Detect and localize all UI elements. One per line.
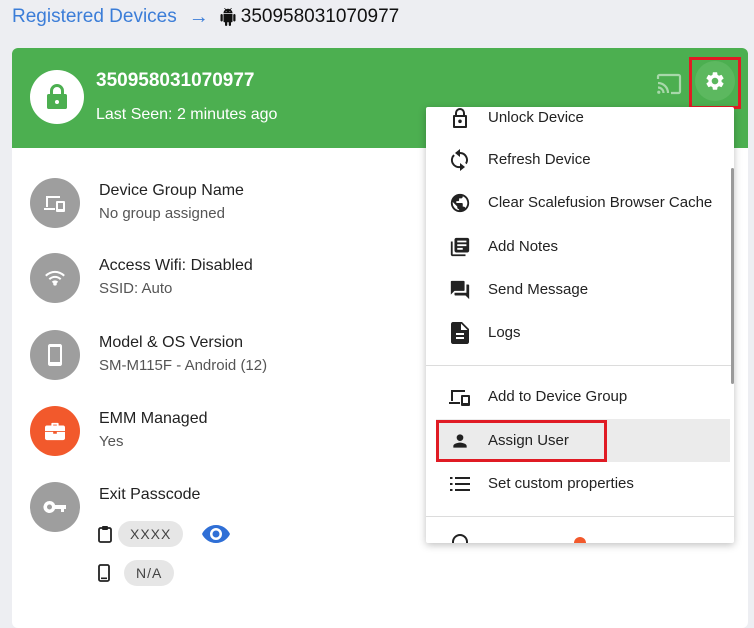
partial-menu-item-icon [452, 534, 468, 543]
model-title: Model & OS Version [99, 334, 244, 351]
last-seen: Last Seen: 2 minutes ago [96, 106, 278, 123]
gear-highlight-box [689, 57, 741, 109]
emm-title: EMM Managed [99, 410, 208, 427]
menu-divider [426, 365, 734, 366]
menu-item-refresh-device[interactable]: Refresh Device [426, 138, 726, 181]
notes-icon [448, 235, 472, 259]
assign-user-highlight-box [436, 420, 607, 462]
android-icon [219, 8, 237, 26]
menu-label-send-message: Send Message [488, 281, 589, 298]
menu-scrollbar[interactable] [731, 168, 734, 384]
notification-dot [574, 537, 586, 543]
passcode-device-chip: N/A [124, 560, 175, 586]
device-group-row: Device Group Name No group assigned [30, 178, 244, 228]
globe-icon [448, 191, 472, 215]
menu-label-clear-browser-cache: Clear Scalefusion Browser Cache [488, 194, 713, 211]
emm-row: EMM Managed Yes [30, 406, 208, 456]
menu-item-logs[interactable]: Logs [426, 311, 726, 354]
breadcrumb-registered-devices-link[interactable]: Registered Devices [12, 6, 177, 28]
menu-label-refresh-device: Refresh Device [488, 151, 591, 168]
devices-icon [448, 385, 472, 409]
menu-item-clear-browser-cache[interactable]: Clear Scalefusion Browser Cache [426, 181, 726, 224]
device-group-value: No group assigned [99, 205, 225, 222]
device-actions-menu: Unlock Device Refresh Device Clear Scale… [426, 107, 734, 543]
devices-icon [30, 178, 80, 228]
wifi-value: SSID: Auto [99, 280, 173, 297]
clipboard-icon [98, 525, 112, 543]
model-row: Model & OS Version SM-M115F - Android (1… [30, 330, 267, 380]
wifi-row: Access Wifi: Disabled SSID: Auto [30, 253, 253, 303]
breadcrumb-arrow-icon: → [188, 5, 209, 28]
menu-item-add-notes[interactable]: Add Notes [426, 225, 726, 268]
menu-divider-2 [426, 516, 734, 517]
phone-icon [30, 330, 80, 380]
document-icon [448, 321, 472, 345]
device-group-title: Device Group Name [99, 182, 244, 199]
menu-label-add-notes: Add Notes [488, 238, 559, 255]
device-lock-icon [30, 70, 84, 124]
menu-item-set-custom-properties[interactable]: Set custom properties [426, 462, 726, 505]
eye-icon[interactable] [201, 523, 231, 545]
passcode-title: Exit Passcode [99, 486, 201, 503]
refresh-icon [448, 148, 472, 172]
passcode-row: Exit Passcode [30, 482, 200, 532]
menu-item-send-message[interactable]: Send Message [426, 268, 726, 311]
message-icon [448, 278, 472, 302]
phone-small-icon [98, 564, 110, 582]
emm-value: Yes [99, 433, 124, 450]
cast-icon[interactable] [655, 72, 683, 96]
breadcrumb-device-id: 350958031070977 [240, 6, 400, 27]
menu-item-add-to-device-group[interactable]: Add to Device Group [426, 375, 726, 418]
device-name: 350958031070977 [96, 70, 255, 91]
menu-label-add-to-device-group: Add to Device Group [488, 388, 628, 405]
key-icon [30, 482, 80, 532]
list-icon [448, 472, 472, 496]
breadcrumb: Registered Devices → 350958031070977 [12, 4, 399, 30]
passcode-device-line: N/A [98, 560, 175, 586]
menu-label-unlock-device: Unlock Device [488, 109, 584, 126]
lock-icon [448, 107, 472, 130]
wifi-icon [30, 253, 80, 303]
model-value: SM-M115F - Android (12) [99, 357, 268, 374]
menu-label-logs: Logs [488, 324, 521, 341]
briefcase-icon [30, 406, 80, 456]
wifi-title: Access Wifi: Disabled [99, 257, 253, 274]
passcode-masked-line: XXXX [98, 521, 231, 547]
passcode-masked-chip: XXXX [118, 521, 184, 547]
menu-label-set-custom-properties: Set custom properties [488, 475, 634, 492]
menu-item-unlock-device[interactable]: Unlock Device [426, 107, 726, 139]
